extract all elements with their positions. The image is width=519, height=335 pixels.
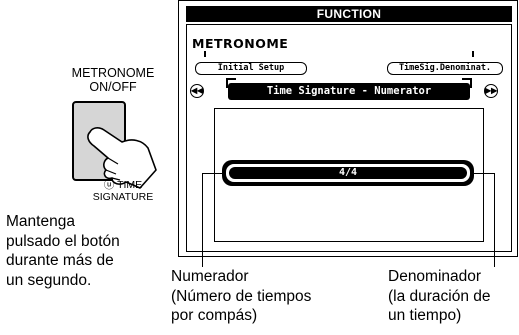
time-signature-caption: ⓤ TIME SIGNATURE <box>83 179 163 203</box>
time-signature-value: 4/4 <box>229 167 467 179</box>
slot-marker-left <box>204 51 206 57</box>
menu-item-initial-setup: Initial Setup <box>195 62 307 75</box>
rewind-icon: ◀◀ <box>190 84 204 98</box>
denominator-pointer-h <box>470 173 494 174</box>
instruction-line1: Mantenga <box>6 213 75 230</box>
menu-item-time-sig-denominator: TimeSig.Denominat. <box>387 62 503 75</box>
metronome-caption-line1: METRONOME <box>71 66 155 80</box>
time-signature-line2: SIGNATURE <box>92 191 154 203</box>
metronome-button-caption: METRONOME ON/OFF <box>58 66 168 94</box>
denominator-line1: Denominador <box>388 268 482 285</box>
function-header: FUNCTION <box>186 6 512 22</box>
instruction-line2: pulsado el botón <box>6 232 120 250</box>
parameter-title: Time Signature - Numerator <box>228 83 470 100</box>
denominator-pointer-v <box>494 173 495 267</box>
numerator-line3: por compás) <box>171 307 258 324</box>
instruction-line4: un segundo. <box>6 271 92 289</box>
slot-marker-right <box>472 51 474 57</box>
fast-forward-icon: ▶▶ <box>484 84 498 98</box>
metronome-caption-line2: ON/OFF <box>89 80 137 94</box>
instruction-line3: durante más de <box>6 252 114 269</box>
numerator-line1: Numerador <box>171 268 249 285</box>
numerator-label: Numerador (Número de tiempos por compás) <box>171 267 341 326</box>
denominator-line2: (la duración de <box>388 287 491 305</box>
time-signature-line1: ⓤ TIME <box>103 179 143 191</box>
denominator-line3: un tiempo) <box>388 307 462 324</box>
numerator-pointer-v <box>202 173 203 267</box>
numerator-line2: (Número de tiempos <box>171 287 312 305</box>
denominator-label: Denominador (la duración de un tiempo) <box>388 267 518 326</box>
hold-instruction: Mantenga pulsado el botón durante más de… <box>6 212 176 290</box>
hold-icon: ⓤ <box>103 179 115 191</box>
mode-title: METRONOME <box>192 36 289 51</box>
numerator-pointer-h <box>202 173 226 174</box>
